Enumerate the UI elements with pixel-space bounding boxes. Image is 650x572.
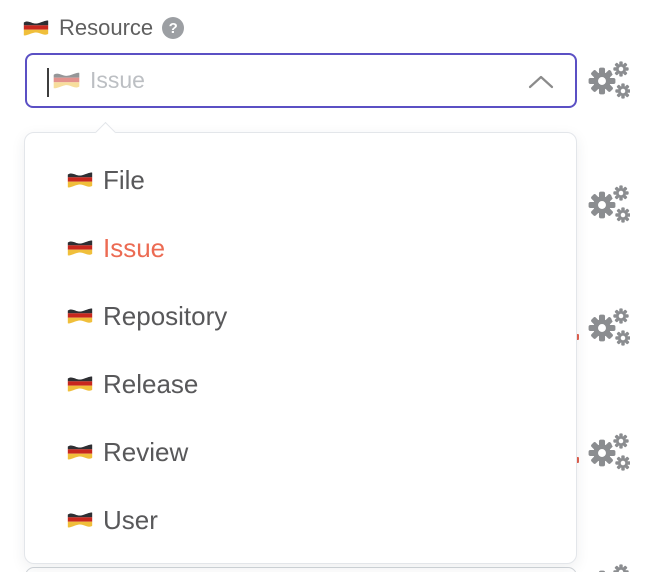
field-label-row: Resource ?	[22, 15, 184, 41]
option-label: Issue	[103, 233, 165, 264]
dropdown-option-release[interactable]: Release	[25, 350, 576, 418]
settings-gears-icon[interactable]	[584, 306, 630, 348]
option-label: Release	[103, 369, 198, 400]
chevron-up-icon[interactable]	[527, 74, 555, 90]
settings-gears-icon[interactable]	[584, 183, 630, 225]
occluded-field-text: 0	[45, 568, 58, 572]
settings-gears-icon[interactable]	[584, 431, 630, 473]
german-flag-icon	[52, 70, 81, 91]
help-glyph: ?	[169, 20, 178, 37]
german-flag-icon	[66, 170, 94, 190]
text-cursor	[47, 68, 49, 97]
dropdown-option-review[interactable]: Review	[25, 418, 576, 486]
dropdown-option-repository[interactable]: Repository	[25, 282, 576, 350]
combobox-placeholder: Issue	[90, 67, 145, 94]
help-icon[interactable]: ?	[162, 17, 184, 39]
resource-dropdown-panel: File Issue Repository Release Review Use…	[24, 132, 577, 564]
german-flag-icon	[66, 306, 94, 326]
german-flag-icon	[66, 510, 94, 530]
option-label: Repository	[103, 301, 227, 332]
option-label: User	[103, 505, 158, 536]
german-flag-icon	[66, 374, 94, 394]
dropdown-option-issue[interactable]: Issue	[25, 214, 576, 282]
german-flag-icon	[66, 442, 94, 462]
german-flag-icon	[22, 18, 50, 38]
field-label: Resource	[59, 15, 153, 41]
german-flag-icon	[66, 238, 94, 258]
dropdown-option-list: File Issue Repository Release Review Use…	[25, 133, 576, 554]
resource-field-screen: Resource ? Issue 0 File I	[0, 0, 650, 572]
dropdown-option-file[interactable]: File	[25, 146, 576, 214]
settings-gears-icon[interactable]	[584, 562, 630, 572]
resource-combobox-input[interactable]: Issue	[25, 53, 577, 108]
option-label: File	[103, 165, 145, 196]
settings-gears-icon[interactable]	[584, 59, 630, 101]
occluded-field-below: 0	[25, 567, 577, 572]
option-label: Review	[103, 437, 188, 468]
dropdown-option-user[interactable]: User	[25, 486, 576, 554]
